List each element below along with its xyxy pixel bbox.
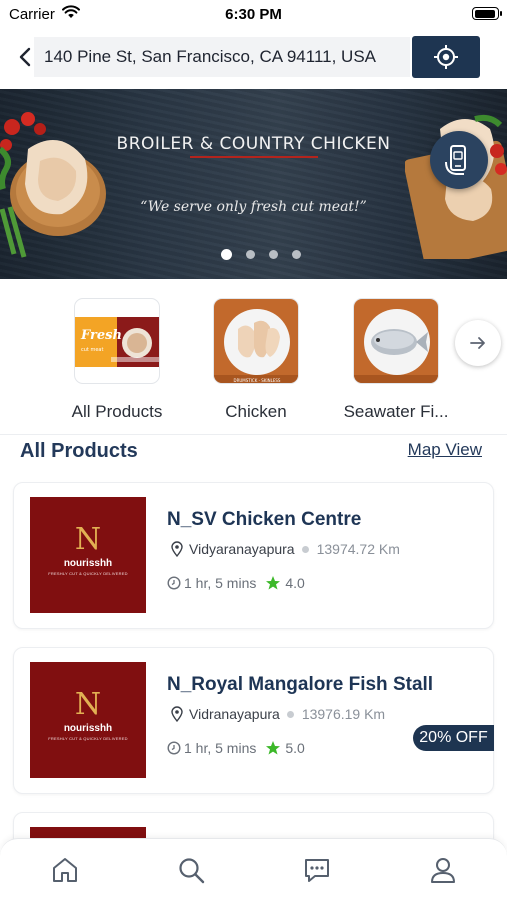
promo-banner[interactable]: BROILER & COUNTRY CHICKEN “We serve only…	[0, 89, 507, 279]
store-logo: N nourisshh FRESHLY CUT & QUICKLY DELIVE…	[30, 662, 146, 778]
store-area: Vidyaranayapura	[189, 541, 295, 557]
logo-brand: nourisshh	[63, 558, 113, 569]
carousel-dot[interactable]	[268, 250, 278, 259]
store-area: Vidranayapura	[189, 706, 280, 722]
chicken-thumbnail: DRUMSTICK - SKINLESS	[213, 298, 299, 384]
all-products-thumbnail: Fresh cut meat	[74, 298, 160, 384]
category-all-products[interactable]: Fresh cut meat All Products	[47, 298, 187, 422]
search-icon	[179, 858, 205, 884]
carousel-dot[interactable]	[291, 250, 301, 259]
separator-dot	[301, 545, 309, 553]
chat-icon	[305, 859, 329, 882]
nav-home[interactable]	[48, 853, 82, 887]
store-logo: N nourisshh FRESHLY CUT & QUICKLY DELIVE…	[30, 497, 146, 613]
location-pin-icon	[171, 541, 183, 557]
store-card[interactable]: N nourisshh FRESHLY CUT & QUICKLY DELIVE…	[13, 647, 494, 794]
home-icon	[53, 858, 77, 882]
banner-underline	[190, 156, 318, 158]
store-meta: 1 hr, 5 mins 4.0	[167, 575, 305, 591]
arrow-right-icon	[470, 337, 485, 349]
delivery-time: 1 hr, 5 mins	[184, 740, 257, 756]
svg-text:Fresh: Fresh	[80, 328, 122, 343]
gps-target-icon	[434, 45, 458, 69]
clock-icon	[167, 576, 181, 590]
store-name: N_SV Chicken Centre	[167, 509, 362, 530]
store-card[interactable]: N nourisshh FRESHLY CUT & QUICKLY DELIVE…	[13, 482, 494, 629]
logo-letter: N	[74, 522, 102, 557]
store-location: Vidranayapura 13976.19 Km	[171, 706, 385, 722]
svg-text:cut meat: cut meat	[81, 347, 103, 353]
nav-chat[interactable]	[300, 853, 334, 887]
address-field[interactable]: 140 Pine St, San Francisco, CA 94111, US…	[34, 37, 410, 77]
store-name: N_Royal Mangalore Fish Stall	[167, 674, 434, 695]
logo-tagline: FRESHLY CUT & QUICKLY DELIVERED	[48, 571, 128, 576]
logo-letter: N	[74, 687, 102, 722]
section-divider	[0, 434, 507, 435]
carousel-dot[interactable]	[220, 249, 232, 260]
logo-brand: nourisshh	[63, 723, 113, 734]
seawater-fish-thumbnail	[353, 298, 439, 384]
map-view-link[interactable]: Map View	[408, 440, 482, 460]
mobile-order-icon	[445, 145, 466, 175]
nav-search[interactable]	[174, 853, 208, 887]
clock-icon	[167, 741, 181, 755]
logo-tagline: FRESHLY CUT & QUICKLY DELIVERED	[48, 736, 128, 741]
chicken-board-left-image	[0, 112, 106, 258]
carousel-dots[interactable]	[0, 249, 507, 260]
clock: 6:30 PM	[225, 6, 282, 23]
chevron-left-icon	[19, 47, 31, 67]
mobile-order-button[interactable]	[430, 131, 488, 189]
category-label: Chicken	[225, 402, 287, 421]
location-pin-icon	[171, 706, 183, 722]
svg-text:DRUMSTICK - SKINLESS: DRUMSTICK - SKINLESS	[234, 378, 281, 383]
offer-badge: 20% OFF	[413, 725, 494, 751]
banner-tagline: “We serve only fresh cut meat!”	[140, 199, 367, 215]
category-seawater-fish[interactable]: Seawater Fi...	[326, 298, 466, 422]
store-rating: 5.0	[285, 740, 305, 756]
store-distance: 13976.19 Km	[301, 706, 386, 722]
categories-next-button[interactable]	[455, 320, 501, 366]
locate-me-button[interactable]	[412, 36, 480, 78]
delivery-time: 1 hr, 5 mins	[184, 575, 257, 591]
category-label: Seawater Fi...	[343, 402, 449, 421]
carousel-dot[interactable]	[245, 250, 255, 259]
star-icon	[266, 576, 281, 590]
store-distance: 13974.72 Km	[316, 541, 400, 557]
battery-icon	[472, 7, 502, 20]
category-label: All Products	[71, 402, 163, 421]
profile-icon	[431, 858, 455, 883]
status-bar: Carrier 6:30 PM	[0, 0, 507, 30]
star-icon	[266, 741, 281, 755]
store-location: Vidyaranayapura 13974.72 Km	[171, 541, 400, 557]
section-title: All Products	[20, 440, 138, 462]
store-meta: 1 hr, 5 mins 5.0	[167, 740, 305, 756]
nav-profile[interactable]	[426, 853, 460, 887]
back-button[interactable]	[14, 44, 36, 70]
category-chicken[interactable]: DRUMSTICK - SKINLESS Chicken	[186, 298, 326, 422]
bottom-navigation	[0, 838, 507, 900]
separator-dot	[286, 710, 294, 718]
store-rating: 4.0	[285, 575, 305, 591]
